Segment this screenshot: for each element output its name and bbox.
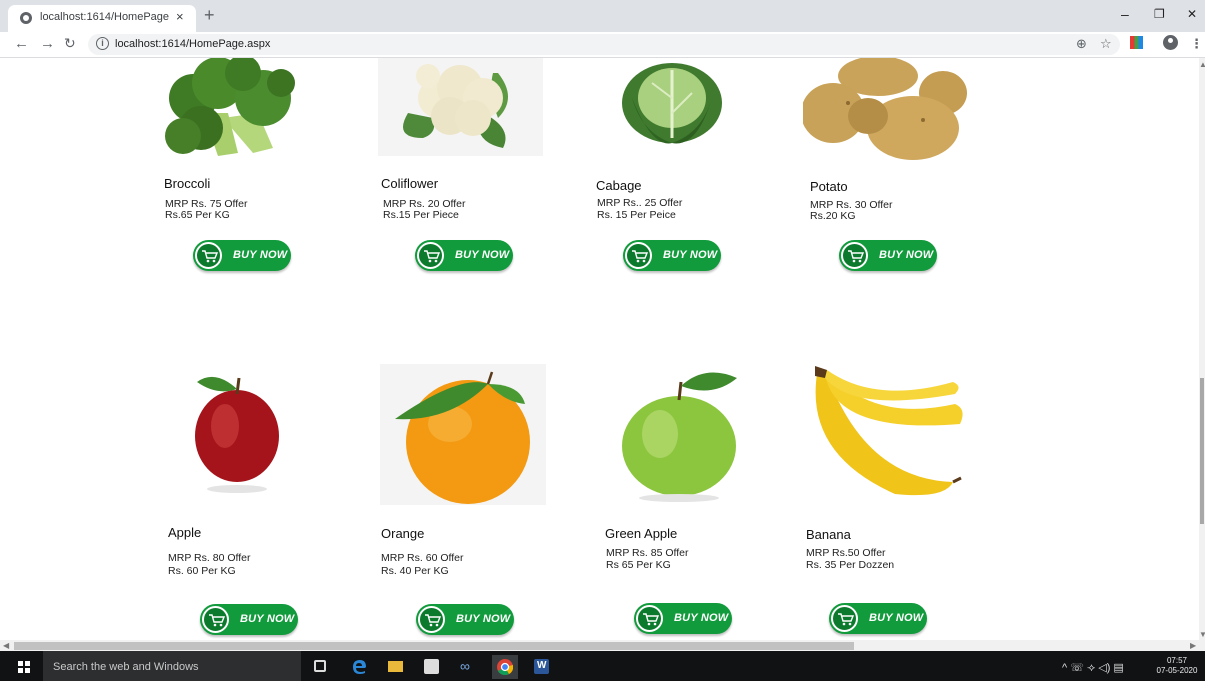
product-price-offer: Rs. 15 Per Peice (597, 209, 676, 221)
buy-now-button[interactable]: BUY NOW (415, 240, 513, 271)
product-name: Cabage (596, 178, 642, 193)
extension-icon[interactable] (1130, 36, 1143, 49)
scroll-up-arrow-icon[interactable]: ▲ (1199, 60, 1205, 69)
taskbar-clock[interactable]: 07:57 07-05-2020 (1152, 656, 1202, 676)
profile-icon[interactable] (1163, 35, 1178, 50)
reload-icon[interactable]: ↻ (64, 35, 76, 52)
page-content: Broccoli MRP Rs. 75 Offer Rs.65 Per KG C… (0, 58, 1199, 640)
clock-time: 07:57 (1166, 656, 1188, 665)
shopping-cart-icon (636, 605, 663, 632)
menu-dots-icon[interactable]: ⋮ (1190, 36, 1203, 52)
product-name: Banana (806, 527, 851, 542)
tab-close-button[interactable]: × (176, 9, 184, 24)
shopping-cart-icon (417, 242, 444, 269)
product-price-mrp: MRP Rs. 85 Offer (606, 547, 689, 559)
shopping-cart-icon (418, 606, 445, 633)
product-price-offer: Rs.15 Per Piece (383, 209, 459, 221)
vertical-scrollbar[interactable] (1199, 58, 1205, 640)
edge-browser-icon[interactable] (352, 659, 367, 674)
scroll-down-arrow-icon[interactable]: ▼ (1199, 630, 1205, 639)
potato-image (803, 58, 968, 162)
shopping-cart-icon (841, 242, 868, 269)
buy-now-label: BUY NOW (663, 249, 718, 261)
buy-now-label: BUY NOW (240, 613, 295, 625)
buy-now-button[interactable]: BUY NOW (193, 240, 291, 271)
browser-tab[interactable]: localhost:1614/HomePage.aspx × (8, 5, 196, 32)
product-price-mrp: MRP Rs.. 25 Offer (597, 197, 683, 209)
buy-now-button[interactable]: BUY NOW (839, 240, 937, 271)
windows-start-icon[interactable] (18, 661, 30, 673)
buy-now-label: BUY NOW (233, 249, 288, 261)
info-icon[interactable]: i (96, 37, 109, 50)
navigation-bar: ← → ↻ i localhost:1614/HomePage.aspx ⊕ ☆… (0, 32, 1205, 58)
back-arrow-icon[interactable]: ← (14, 35, 29, 52)
globe-icon (20, 12, 32, 24)
buy-now-button[interactable]: BUY NOW (634, 603, 732, 634)
clock-date: 07-05-2020 (1156, 666, 1198, 675)
taskbar-search-box[interactable]: Search the web and Windows (43, 651, 301, 681)
product-price-offer: Rs.65 Per KG (165, 209, 230, 221)
green-apple-image (615, 364, 745, 504)
product-price-offer: Rs.20 KG (810, 210, 856, 222)
buy-now-label: BUY NOW (879, 249, 934, 261)
apple-image (165, 364, 300, 499)
product-name: Orange (381, 526, 425, 541)
forward-arrow-icon[interactable]: → (40, 35, 55, 52)
broccoli-image (163, 58, 295, 160)
product-name: Green Apple (605, 526, 678, 541)
address-url: localhost:1614/HomePage.aspx (115, 38, 271, 50)
taskbar-search-placeholder: Search the web and Windows (53, 661, 199, 673)
taskbar: Search the web and Windows ∞ W ^ ☏ ⟢ ◁) … (0, 651, 1205, 681)
cabbage-image (612, 58, 732, 158)
product-price-mrp: MRP Rs. 80 Offer (168, 552, 251, 564)
product-price-mrp: MRP Rs.50 Offer (806, 547, 886, 559)
word-app-icon[interactable]: W (534, 659, 549, 674)
product-name: Potato (810, 179, 848, 194)
store-icon[interactable] (424, 659, 439, 674)
zoom-icon[interactable]: ⊕ (1076, 36, 1087, 52)
task-view-icon[interactable] (314, 660, 326, 672)
scroll-left-arrow-icon[interactable]: ◀ (3, 641, 9, 650)
tab-title: localhost:1614/HomePage.aspx (40, 11, 170, 23)
new-tab-button[interactable]: + (204, 5, 215, 26)
buy-now-label: BUY NOW (674, 612, 729, 624)
vertical-scroll-thumb[interactable] (1200, 378, 1204, 524)
product-price-offer: Rs. 35 Per Dozzen (806, 559, 895, 571)
buy-now-button[interactable]: BUY NOW (416, 604, 514, 635)
buy-now-label: BUY NOW (456, 613, 511, 625)
bookmark-star-icon[interactable]: ☆ (1100, 36, 1112, 52)
buy-now-button[interactable]: BUY NOW (200, 604, 298, 635)
shopping-cart-icon (831, 605, 858, 632)
product-price-offer: Rs 65 Per KG (606, 559, 671, 571)
cauliflower-image (378, 58, 543, 156)
product-name: Coliflower (381, 176, 439, 191)
shopping-cart-icon (625, 242, 652, 269)
shopping-cart-icon (202, 606, 229, 633)
close-window-button[interactable]: ✕ (1187, 7, 1197, 21)
infinity-app-icon[interactable]: ∞ (460, 658, 475, 674)
file-explorer-icon[interactable] (388, 661, 403, 672)
chrome-active-tile[interactable] (492, 655, 518, 679)
product-price-offer: Rs. 40 Per KG (381, 565, 449, 577)
address-bar[interactable]: i localhost:1614/HomePage.aspx (88, 34, 1120, 55)
product-price-offer: Rs. 60 Per KG (168, 565, 236, 577)
restore-button[interactable]: ❐ (1154, 7, 1165, 21)
shopping-cart-icon (195, 242, 222, 269)
tab-strip: localhost:1614/HomePage.aspx × + – ❐ ✕ (0, 0, 1205, 32)
system-tray-icons[interactable]: ^ ☏ ⟢ ◁) ▤ (1062, 661, 1124, 675)
buy-now-label: BUY NOW (869, 612, 924, 624)
buy-now-button[interactable]: BUY NOW (829, 603, 927, 634)
orange-image (380, 364, 546, 505)
product-name: Apple (168, 525, 202, 540)
scroll-right-arrow-icon[interactable]: ▶ (1190, 641, 1196, 650)
buy-now-label: BUY NOW (455, 249, 510, 261)
product-name: Broccoli (164, 176, 211, 191)
banana-image (805, 364, 968, 504)
minimize-button[interactable]: – (1121, 6, 1129, 22)
horizontal-scroll-thumb[interactable] (14, 642, 854, 650)
buy-now-button[interactable]: BUY NOW (623, 240, 721, 271)
product-price-mrp: MRP Rs. 60 Offer (381, 552, 464, 564)
